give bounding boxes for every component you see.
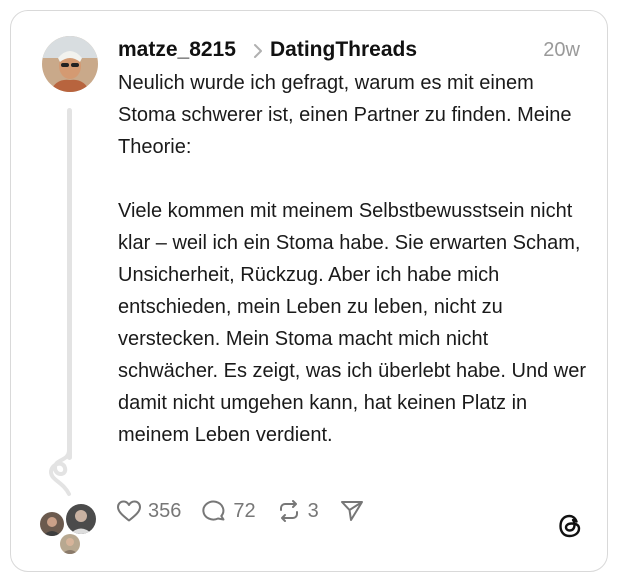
like-button[interactable]: 356 [116, 499, 181, 523]
replier-avatar-2 [64, 502, 98, 536]
community-link[interactable]: DatingThreads [270, 38, 417, 62]
post-actions: 356 72 3 [116, 496, 385, 526]
chevron-right-icon [254, 44, 262, 58]
username-link[interactable]: matze_8215 [118, 38, 236, 62]
user-avatar[interactable] [42, 36, 98, 92]
post-header: matze_8215 DatingThreads 20w [118, 38, 588, 66]
post-body: Neulich wurde ich gefragt, warum es mit … [118, 67, 588, 451]
replier-avatar-3 [58, 532, 82, 556]
replier-avatars[interactable] [38, 500, 98, 556]
repost-count: 3 [307, 499, 319, 522]
post-timestamp: 20w [543, 39, 580, 61]
reply-button[interactable]: 72 [201, 499, 256, 523]
thread-connector-curl [48, 448, 71, 496]
reply-count: 72 [233, 499, 256, 522]
send-icon [340, 501, 363, 521]
post-paragraph-2: Viele kommen mit meinem Selbstbewusstsei… [118, 200, 587, 446]
post-paragraph-1: Neulich wurde ich gefragt, warum es mit … [118, 72, 572, 158]
repost-icon [279, 500, 298, 522]
share-button[interactable] [339, 499, 365, 523]
thread-connector-line [67, 108, 72, 460]
heart-icon [117, 500, 141, 522]
threads-logo-icon[interactable] [556, 512, 584, 540]
comment-bubble-icon [202, 500, 225, 521]
repost-button[interactable]: 3 [276, 499, 319, 523]
like-count: 356 [148, 499, 182, 522]
